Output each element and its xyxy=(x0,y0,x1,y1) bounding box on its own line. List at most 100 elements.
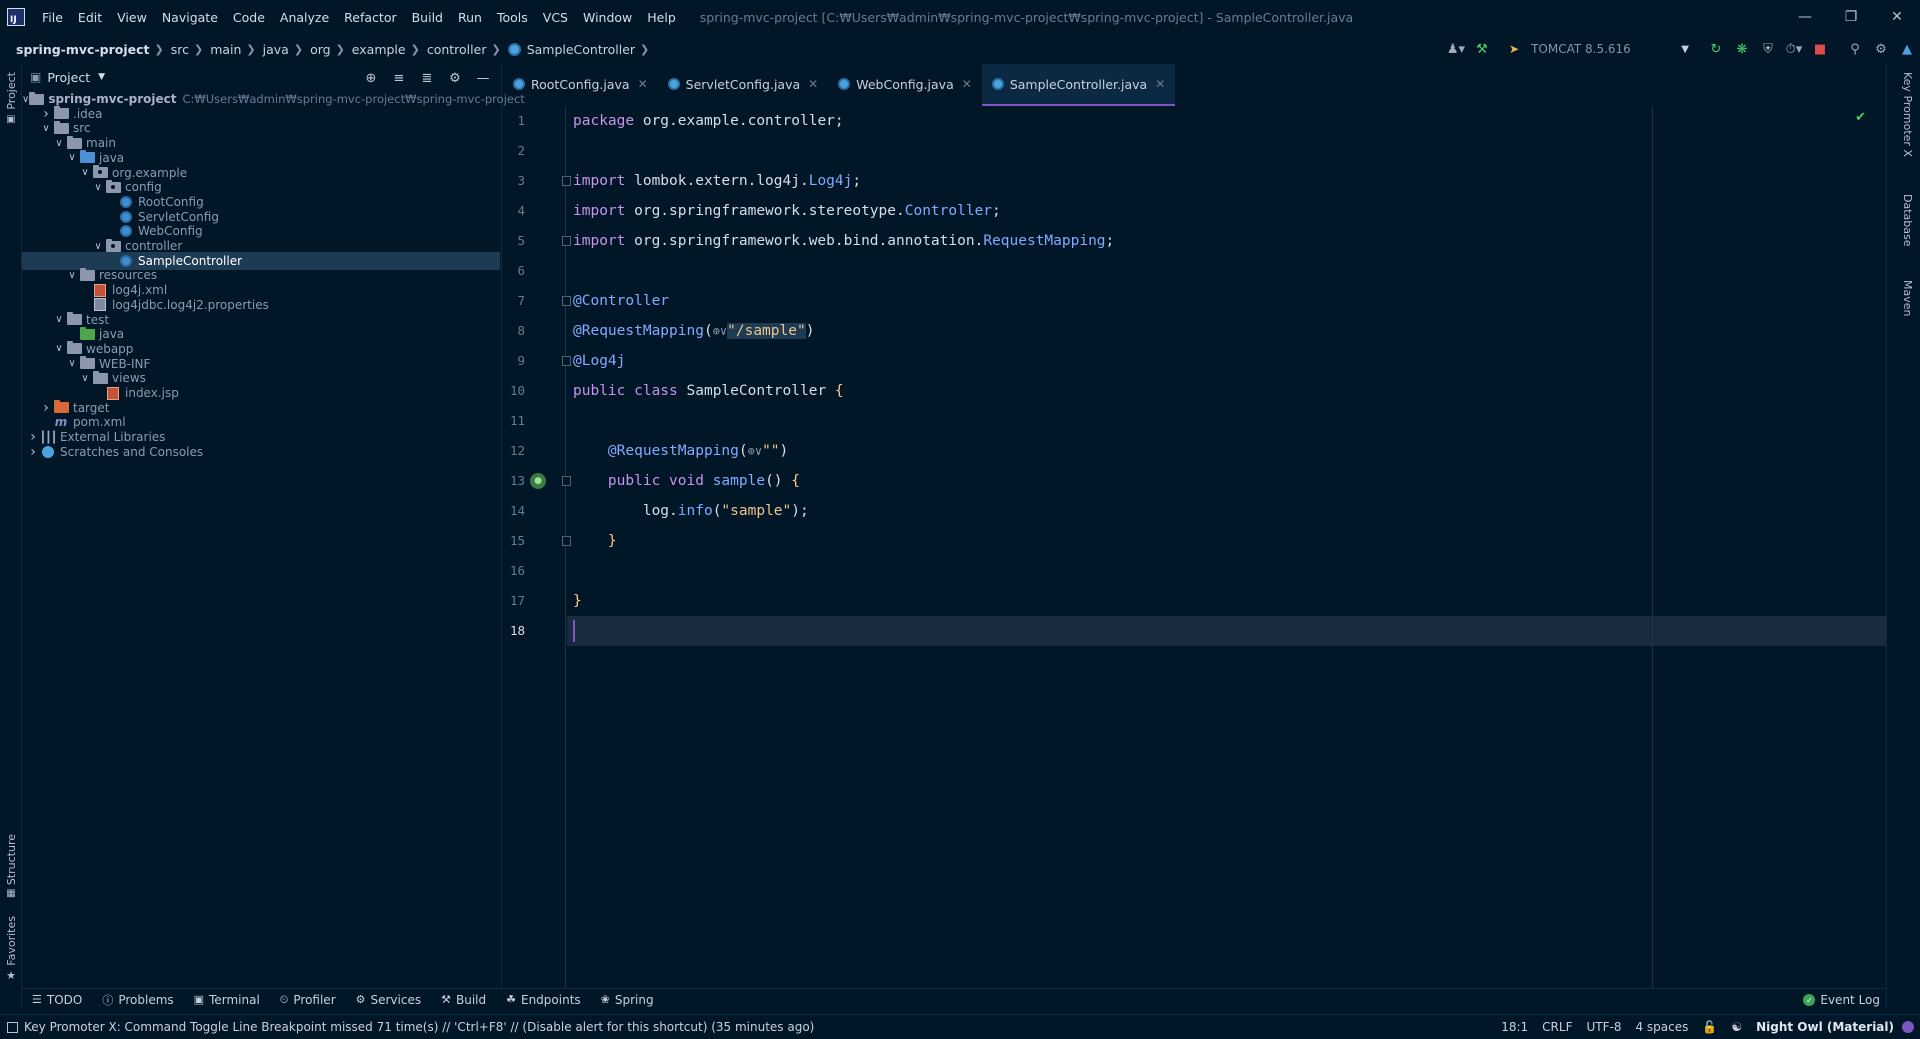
code-line[interactable]: } xyxy=(573,586,582,616)
favorites-tool-tab[interactable]: Favorites ★ xyxy=(1,916,21,982)
line-separator[interactable]: CRLF xyxy=(1542,1020,1572,1034)
collapse-all-icon[interactable]: ≣ xyxy=(414,66,440,90)
breadcrumb-item[interactable]: SampleController xyxy=(507,42,635,57)
code-editor[interactable]: 1 2 3 4 5 6 7 8 9 10 11 12 13 ● 14 15 16 17 18 package org… xyxy=(503,106,1886,988)
editor-tab[interactable]: ServletConfig.java ✕ xyxy=(658,64,829,106)
key-promoter-tool-tab[interactable]: Key Promoter X xyxy=(1901,72,1914,157)
settings-gear-icon[interactable]: ⚙ xyxy=(442,66,468,90)
line-number[interactable]: 3 xyxy=(503,166,525,196)
line-number[interactable]: 14 xyxy=(503,496,525,526)
expand-all-icon[interactable]: ≡ xyxy=(386,66,412,90)
rerun-icon[interactable]: ↻ xyxy=(1704,37,1728,61)
stop-icon[interactable]: ■ xyxy=(1808,37,1832,61)
file-encoding[interactable]: UTF-8 xyxy=(1586,1020,1621,1034)
menu-navigate[interactable]: Navigate xyxy=(155,10,226,25)
code-line[interactable]: public void sample() { xyxy=(573,466,800,496)
fold-marker-icon[interactable] xyxy=(562,536,571,546)
code-line[interactable]: import org.springframework.stereotype.Co… xyxy=(573,196,1001,226)
close-tab-icon[interactable]: ✕ xyxy=(808,77,818,91)
bottom-tab-endpoints[interactable]: ☘ Endpoints xyxy=(506,993,581,1007)
panel-toggle-icon[interactable] xyxy=(7,1021,18,1033)
hide-panel-icon[interactable]: — xyxy=(470,66,496,90)
line-number[interactable]: 6 xyxy=(503,256,525,286)
chevron-down-icon[interactable]: ∨ xyxy=(52,343,66,354)
chevron-down-icon[interactable]: ∨ xyxy=(52,314,66,325)
project-view-selector[interactable]: Project xyxy=(47,70,90,85)
code-line[interactable]: @RequestMapping(⊕∨"/sample") xyxy=(573,316,814,346)
menu-build[interactable]: Build xyxy=(405,10,451,25)
user-icon[interactable]: ♟▾ xyxy=(1444,37,1468,61)
code-line[interactable]: @RequestMapping(⊕∨"") xyxy=(573,436,788,466)
code-line[interactable]: log.info("sample"); xyxy=(573,496,809,526)
chevron-right-icon[interactable]: › xyxy=(26,444,40,460)
menu-analyze[interactable]: Analyze xyxy=(273,10,337,25)
menu-vcs[interactable]: VCS xyxy=(536,10,576,25)
code-line[interactable]: import org.springframework.web.bind.anno… xyxy=(573,226,1114,256)
close-tab-icon[interactable]: ✕ xyxy=(962,77,972,91)
fold-marker-icon[interactable] xyxy=(562,476,571,486)
menu-file[interactable]: File xyxy=(35,10,71,25)
fold-marker-icon[interactable] xyxy=(562,236,571,246)
line-number[interactable]: 1 xyxy=(503,106,525,136)
project-tool-tab[interactable]: Project ▣ xyxy=(1,72,21,125)
locate-target-icon[interactable]: ⊕ xyxy=(358,66,384,90)
bottom-tab-todo[interactable]: ☰ TODO xyxy=(32,993,82,1007)
plugin-icon[interactable]: ▲ xyxy=(1895,37,1919,61)
chevron-down-icon[interactable]: ∨ xyxy=(78,167,92,178)
editor-tab[interactable]: RootConfig.java ✕ xyxy=(503,64,658,106)
search-icon[interactable]: ⚲ xyxy=(1843,37,1867,61)
editor-gutter[interactable]: 1 2 3 4 5 6 7 8 9 10 11 12 13 ● 14 15 16 17 18 xyxy=(503,106,571,988)
indent-setting[interactable]: 4 spaces xyxy=(1635,1020,1688,1034)
power-save-icon[interactable]: ☯ xyxy=(1731,1020,1742,1034)
line-number[interactable]: 11 xyxy=(503,406,525,436)
breadcrumb-item[interactable]: org xyxy=(310,42,331,57)
menu-window[interactable]: Window xyxy=(576,10,640,25)
theme-name[interactable]: Night Owl (Material) xyxy=(1756,1020,1894,1034)
line-number[interactable]: 5 xyxy=(503,226,525,256)
close-tab-icon[interactable]: ✕ xyxy=(638,77,648,91)
code-line[interactable]: public class SampleController { xyxy=(573,376,844,406)
request-mapping-gutter-icon[interactable]: ● xyxy=(530,473,546,489)
line-number[interactable]: 16 xyxy=(503,556,525,586)
line-number[interactable]: 10 xyxy=(503,376,525,406)
tree-item[interactable]: › Scratches and Consoles xyxy=(22,443,500,461)
editor-tab[interactable]: WebConfig.java ✕ xyxy=(828,64,982,106)
code-line[interactable]: package org.example.controller; xyxy=(573,106,844,136)
close-tab-icon[interactable]: ✕ xyxy=(1155,77,1165,91)
menu-help[interactable]: Help xyxy=(640,10,684,25)
line-number[interactable]: 2 xyxy=(503,136,525,166)
menu-edit[interactable]: Edit xyxy=(71,10,110,25)
fold-marker-icon[interactable] xyxy=(562,356,571,366)
bottom-tab-terminal[interactable]: ▣ Terminal xyxy=(194,993,260,1007)
fold-marker-icon[interactable] xyxy=(562,296,571,306)
debug-bug-icon[interactable]: ❋ xyxy=(1730,37,1754,61)
menu-view[interactable]: View xyxy=(110,10,155,25)
settings-gear-icon[interactable]: ⚙ xyxy=(1869,37,1893,61)
bottom-tab-spring[interactable]: ❀ Spring xyxy=(601,993,654,1007)
chevron-down-icon[interactable]: ▼ xyxy=(98,72,105,82)
breadcrumb-item[interactable]: controller xyxy=(427,42,487,57)
bottom-tab-build[interactable]: ⚒ Build xyxy=(441,993,486,1007)
inspection-ok-check-icon[interactable]: ✔ xyxy=(1855,110,1866,125)
line-number[interactable]: 4 xyxy=(503,196,525,226)
code-line[interactable]: } xyxy=(573,526,617,556)
chevron-down-icon[interactable]: ∨ xyxy=(22,94,29,105)
event-log-tab[interactable]: ✓ Event Log xyxy=(1803,989,1886,1011)
code-line[interactable]: @Log4j xyxy=(573,346,625,376)
minimize-icon[interactable]: — xyxy=(1782,0,1828,34)
breadcrumb-item[interactable]: main xyxy=(210,42,241,57)
chevron-down-icon[interactable]: ∨ xyxy=(39,123,53,134)
chevron-down-icon[interactable]: ∨ xyxy=(65,358,79,369)
fold-marker-icon[interactable] xyxy=(562,176,571,186)
profile-icon[interactable]: ⏱▾ xyxy=(1782,37,1806,61)
database-tool-tab[interactable]: Database xyxy=(1901,194,1914,247)
breadcrumb-item[interactable]: java xyxy=(263,42,289,57)
theme-icon[interactable] xyxy=(1902,1021,1914,1033)
line-number[interactable]: 18 xyxy=(503,616,525,646)
lock-icon[interactable]: 🔓 xyxy=(1702,1020,1717,1034)
editor-tab[interactable]: SampleController.java ✕ xyxy=(981,64,1176,106)
menu-tools[interactable]: Tools xyxy=(490,10,536,25)
menu-code[interactable]: Code xyxy=(226,10,273,25)
line-number[interactable]: 13 xyxy=(503,466,525,496)
bottom-tab-problems[interactable]: ⓘ Problems xyxy=(102,992,173,1008)
